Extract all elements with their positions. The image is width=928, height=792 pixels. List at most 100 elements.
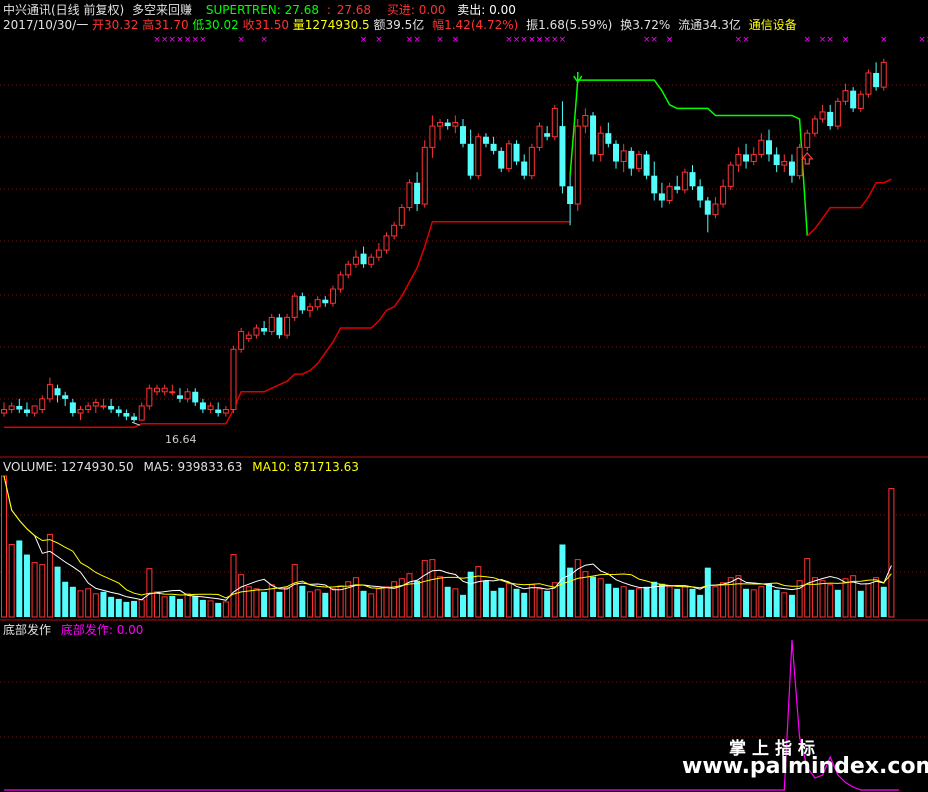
candle-body	[850, 90, 857, 109]
volume-bar	[528, 584, 535, 618]
volume-bar	[54, 566, 61, 617]
candle	[865, 69, 872, 98]
candle-body	[498, 150, 505, 169]
volume-bar	[261, 591, 268, 617]
candle	[735, 147, 742, 173]
candle-body	[414, 182, 421, 205]
candle-body	[345, 263, 352, 276]
volume-bar	[192, 595, 199, 617]
candle	[176, 388, 183, 403]
candle-body	[681, 171, 688, 191]
signal-markers: ××××××××××××××××××××××××××××××××××××××××	[131, 35, 928, 426]
candle-body	[819, 111, 826, 120]
candle	[689, 165, 696, 190]
volume-bars[interactable]	[1, 475, 895, 618]
candle	[345, 260, 352, 279]
candle	[490, 136, 497, 155]
candle	[704, 196, 711, 233]
signal-x-mark: ×	[543, 35, 551, 45]
volume-bar	[161, 596, 168, 618]
candle-body	[184, 391, 191, 400]
indicator-name: 多空来回赚	[132, 3, 193, 17]
volume-bar	[360, 590, 367, 617]
signal-x-mark: ×	[199, 35, 207, 45]
ma10-label: MA10: 871713.63	[252, 460, 359, 474]
volume-bar	[383, 586, 390, 618]
candle	[383, 232, 390, 254]
candle-body	[62, 395, 69, 399]
candle	[460, 119, 466, 148]
candle	[146, 384, 153, 410]
signal-x-mark: ×	[918, 35, 926, 45]
candle-body	[375, 249, 382, 258]
candle-body	[551, 107, 558, 138]
volume-bar	[23, 554, 30, 617]
candle	[238, 328, 245, 353]
turnover-label: 换3.72%	[620, 18, 671, 32]
signal-x-mark: ×	[880, 35, 888, 45]
volume-title: VOLUME: 1274930.50	[3, 460, 134, 474]
candle-body	[322, 299, 329, 304]
candle-body	[842, 90, 849, 102]
candle	[850, 87, 857, 112]
signal-x-mark: ×	[176, 35, 184, 45]
candle	[154, 384, 160, 396]
candle-body	[268, 316, 275, 333]
volume-bar	[398, 578, 405, 618]
signal-x-mark: ×	[169, 35, 177, 45]
signal-x-mark: ×	[184, 35, 192, 45]
candle	[590, 111, 597, 162]
candle	[666, 182, 673, 205]
candle-body	[452, 122, 459, 127]
volume-bar	[727, 577, 734, 618]
candle-body	[766, 140, 772, 155]
candle	[299, 292, 306, 314]
candle-body	[857, 93, 864, 109]
candle-body	[245, 334, 252, 340]
signal-x-mark: ×	[360, 35, 368, 45]
candle	[138, 402, 145, 421]
signal-x-mark: ×	[536, 35, 544, 45]
candle-body	[108, 405, 115, 410]
candle	[605, 122, 612, 148]
candle-body	[138, 405, 145, 421]
candle-body	[23, 409, 30, 414]
candles[interactable]	[1, 58, 887, 423]
watermark-url: www.palmindex.com	[682, 754, 928, 779]
volume-bar	[414, 580, 421, 617]
candle	[161, 384, 168, 396]
candle-body	[467, 143, 474, 176]
volume-bar	[628, 589, 635, 617]
signal-x-mark: ×	[559, 35, 567, 45]
candle-body	[299, 296, 306, 311]
candle	[513, 140, 520, 166]
amplitude-label: 振1.68(5.59%)	[526, 18, 613, 32]
low-price-label: 16.64	[165, 433, 197, 446]
candle-body	[712, 203, 719, 216]
candle-body	[720, 185, 727, 205]
signal-x-mark: ×	[650, 35, 658, 45]
chart-canvas[interactable]: ××××××××××××××××××××××××××××××××××××××××…	[0, 0, 928, 792]
volume-bar	[322, 592, 329, 617]
candle-body	[46, 384, 53, 400]
candle	[811, 115, 818, 137]
candle	[314, 296, 321, 311]
candle	[620, 143, 627, 173]
candle-body	[199, 402, 206, 410]
candle-body	[276, 317, 283, 336]
candle-body	[284, 316, 291, 336]
candle	[773, 147, 780, 173]
signal-x-mark: ×	[413, 35, 421, 45]
low-pointer	[131, 421, 141, 426]
volume-bar	[85, 588, 92, 618]
volume-bar	[888, 488, 895, 618]
candle	[421, 140, 428, 208]
candle	[115, 405, 122, 417]
candle-body	[613, 143, 619, 162]
candle	[429, 115, 436, 158]
candle-body	[230, 348, 237, 410]
candle-body	[383, 235, 390, 251]
candle-body	[406, 182, 413, 209]
candle	[674, 175, 681, 194]
candle	[743, 143, 750, 169]
